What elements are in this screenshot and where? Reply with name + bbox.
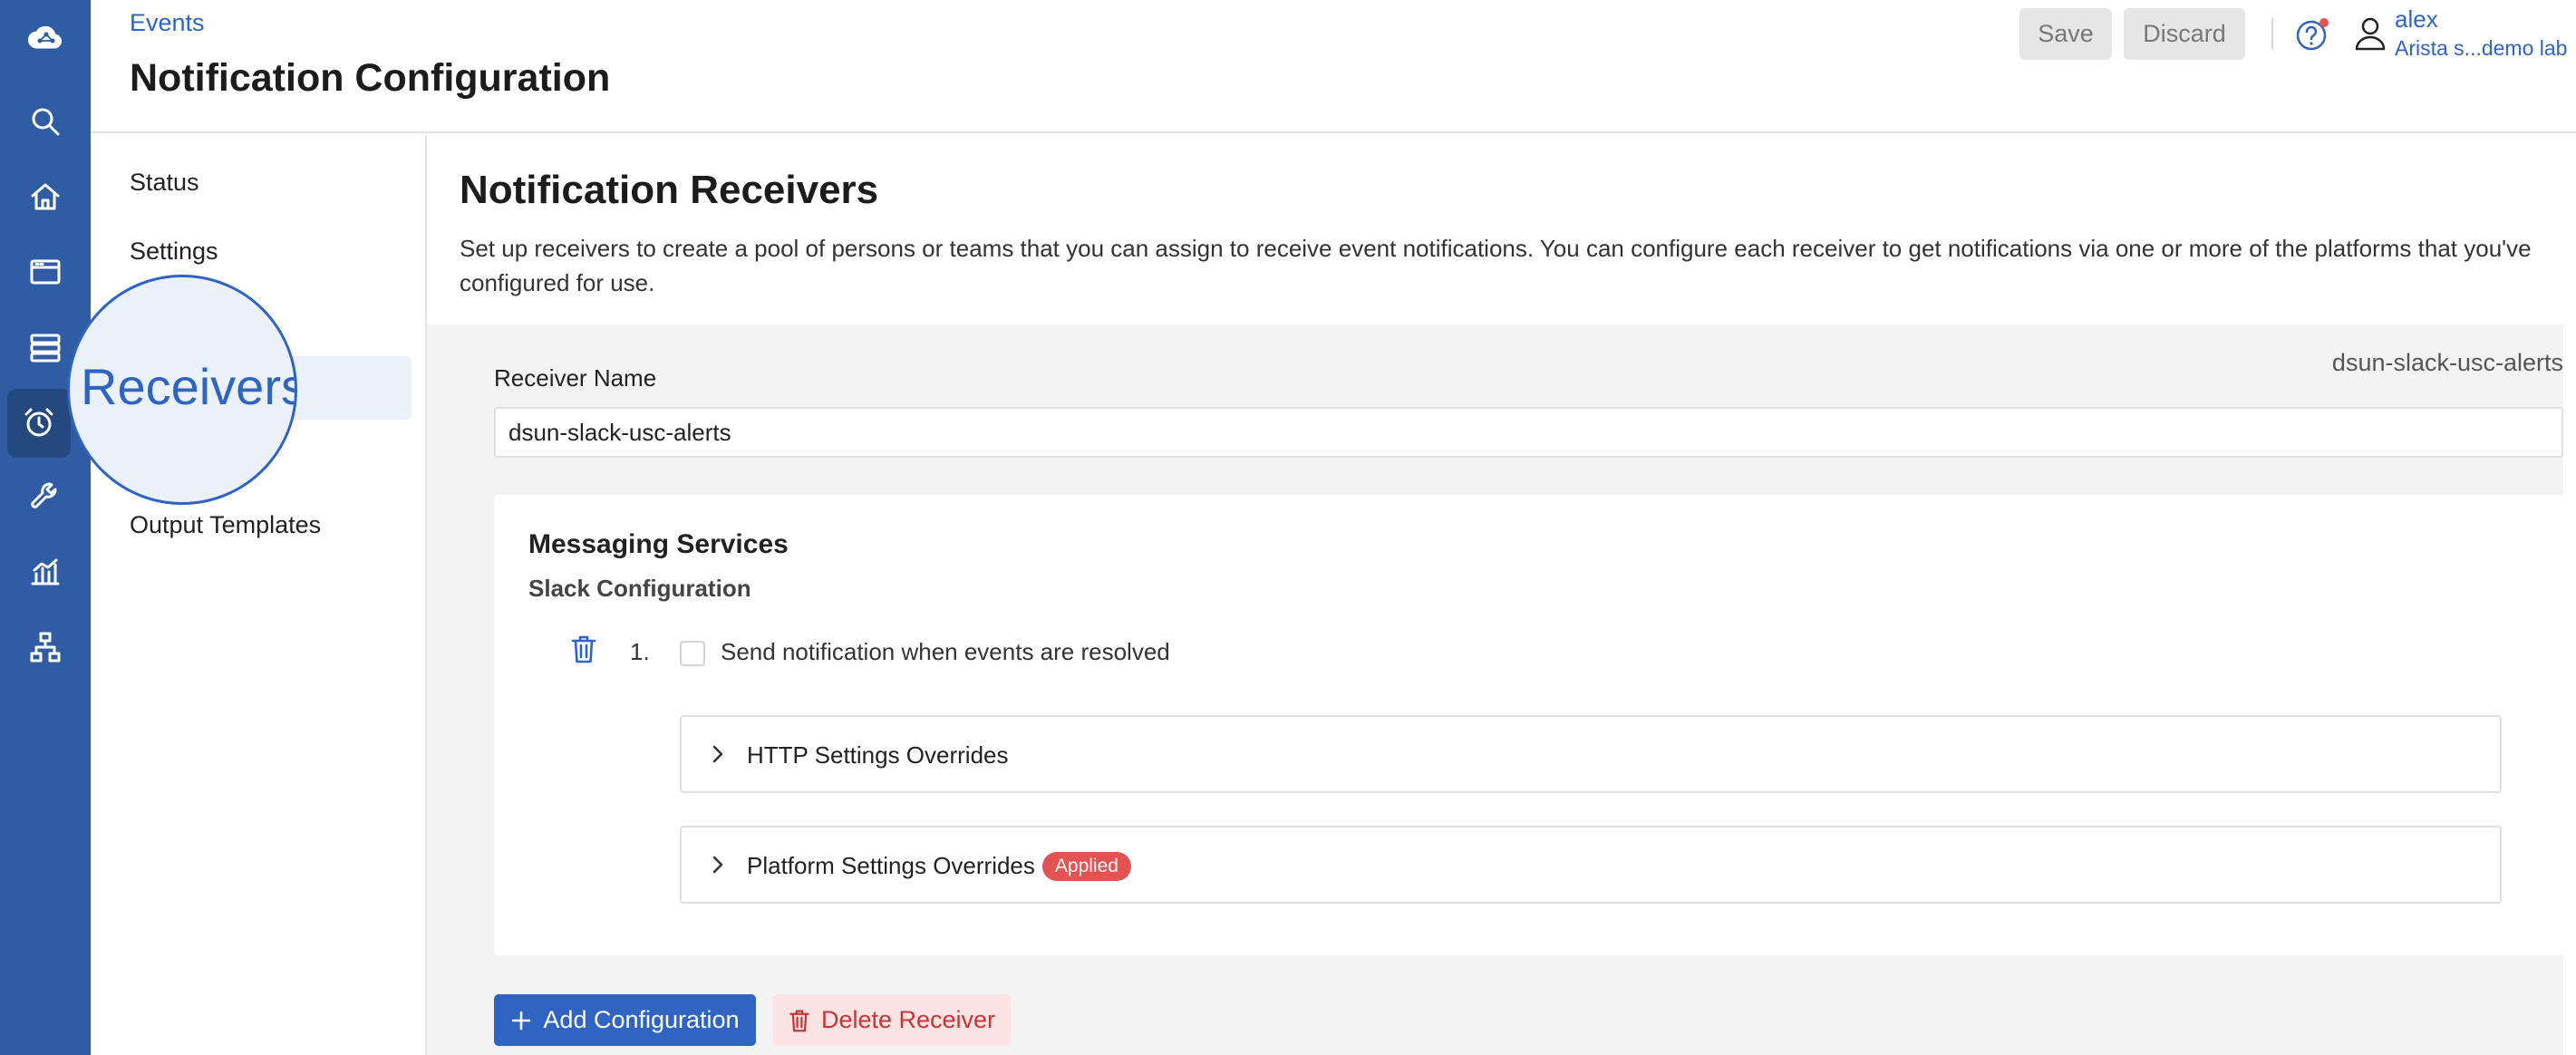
receiver-id-label: dsun-slack-usc-alerts xyxy=(2331,349,2563,376)
dashboard-chart-icon[interactable] xyxy=(0,537,91,606)
platform-settings-overrides-accordion[interactable]: Platform Settings Overrides Applied xyxy=(680,826,2502,904)
receiver-name-input[interactable] xyxy=(494,407,2563,458)
page-header: Events Notification Configuration Save D… xyxy=(91,0,2576,133)
subnav-item-settings[interactable]: Settings xyxy=(130,237,218,266)
delete-receiver-label: Delete Receiver xyxy=(820,1006,996,1033)
search-icon[interactable] xyxy=(0,87,91,156)
section-title: Notification Receivers xyxy=(460,168,879,212)
app-rail xyxy=(0,0,91,1055)
add-configuration-label: Add Configuration xyxy=(543,1006,740,1033)
resolved-notification-checkbox[interactable] xyxy=(680,641,705,666)
devices-icon[interactable] xyxy=(0,237,91,306)
trash-icon[interactable] xyxy=(570,634,597,664)
http-settings-overrides-label: HTTP Settings Overrides xyxy=(747,741,1009,769)
save-button[interactable]: Save xyxy=(2019,8,2112,60)
main-content: Notification Receivers Set up receivers … xyxy=(427,135,2576,1055)
topology-icon[interactable] xyxy=(0,613,91,682)
chevron-right-icon xyxy=(712,745,723,763)
subnav-item-status[interactable]: Status xyxy=(130,169,199,197)
subnav-item-output-templates[interactable]: Output Templates xyxy=(130,511,321,539)
applied-badge: Applied xyxy=(1041,852,1131,881)
trash-icon xyxy=(789,1009,809,1031)
platform-settings-overrides-label: Platform Settings Overrides xyxy=(747,852,1035,879)
cloud-logo-icon[interactable] xyxy=(0,4,91,73)
receiver-panel: dsun-slack-usc-alerts Receiver Name Mess… xyxy=(427,324,2563,1055)
slack-configuration-title: Slack Configuration xyxy=(528,575,751,602)
chevron-right-icon xyxy=(712,856,723,874)
messaging-services-card: Messaging Services Slack Configuration 1… xyxy=(494,495,2563,955)
user-avatar-icon[interactable] xyxy=(2351,15,2389,53)
receiver-name-label: Receiver Name xyxy=(494,364,657,392)
messaging-services-title: Messaging Services xyxy=(528,529,789,559)
resolved-notification-label[interactable]: Send notification when events are resolv… xyxy=(721,638,1170,666)
user-org[interactable]: Arista s...demo lab xyxy=(2395,36,2567,61)
home-icon[interactable] xyxy=(0,162,91,231)
config-item-number: 1. xyxy=(630,638,650,665)
delete-receiver-button[interactable]: Delete Receiver xyxy=(773,994,1011,1046)
http-settings-overrides-accordion[interactable]: HTTP Settings Overrides xyxy=(680,715,2502,793)
user-name[interactable]: alex xyxy=(2395,5,2438,34)
subnav-item-receivers-magnified[interactable]: Receivers xyxy=(67,275,297,505)
page-title: Notification Configuration xyxy=(130,56,611,100)
help-icon[interactable] xyxy=(2295,16,2331,53)
alarm-icon[interactable] xyxy=(7,389,71,458)
breadcrumb-events[interactable]: Events xyxy=(130,9,205,37)
add-configuration-button[interactable]: Add Configuration xyxy=(494,994,756,1046)
plus-icon xyxy=(512,1011,531,1030)
subnav-item-receivers-label: Receivers xyxy=(81,358,297,415)
wrench-icon[interactable] xyxy=(0,462,91,531)
discard-button[interactable]: Discard xyxy=(2124,8,2245,60)
events-subnav: Status Settings Output Templates xyxy=(91,135,427,1055)
section-description: Set up receivers to create a pool of per… xyxy=(460,235,2532,296)
header-divider xyxy=(2271,18,2273,49)
platform-settings-overrides-row: Platform Settings Overrides Applied xyxy=(747,852,1131,881)
